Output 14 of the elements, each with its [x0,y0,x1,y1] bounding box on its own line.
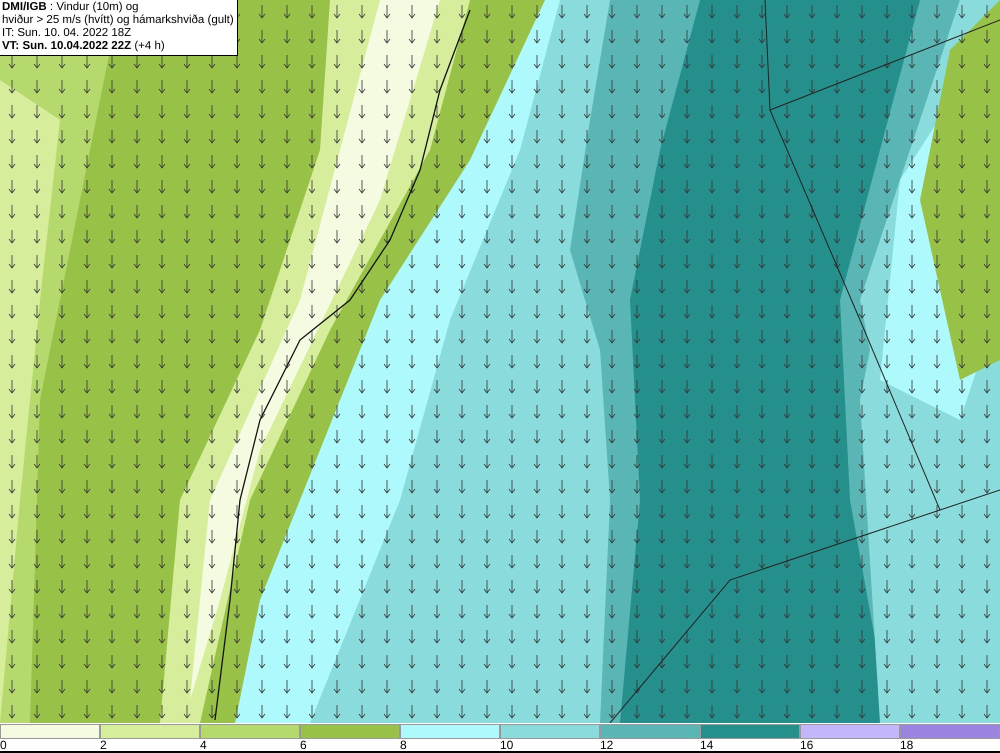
legend-label: 2 [100,739,107,751]
legend-label: 14 [700,739,714,751]
title-line: DMI/IGB : Vindur (10m) og [2,1,140,14]
legend-label: 10 [500,739,514,751]
legend-label: 4 [200,739,207,751]
legend-label: 16 [800,739,814,751]
legend-label: 6 [300,739,307,751]
legend-label: 18 [900,739,914,751]
legend-label: 8 [400,739,407,751]
title-line: hviður > 25 m/s (hvítt) og hámarkshviða (gult) [2,14,234,27]
legend-label: 0 [0,739,7,751]
title-line: VT: Sun. 10.04.2022 22Z (+4 h) [2,40,166,53]
title-line: IT: Sun. 10. 04. 2022 18Z [2,27,132,40]
legend-label: 12 [600,739,614,751]
